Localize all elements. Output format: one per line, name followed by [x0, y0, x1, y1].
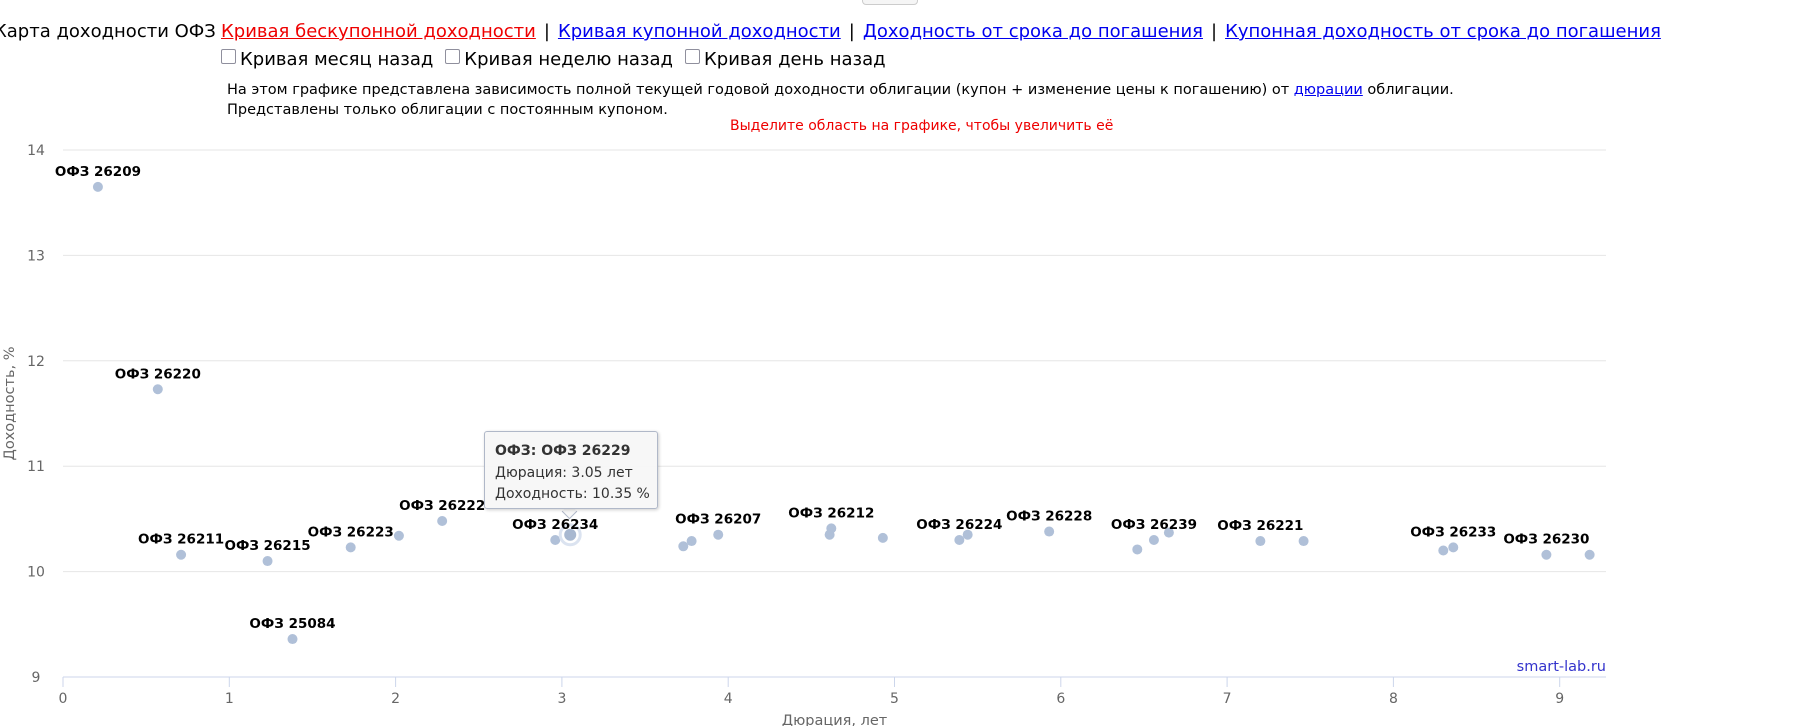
x-tick-label: 5 — [890, 691, 899, 707]
x-axis-title: Дюрация, лет — [782, 713, 888, 726]
data-point[interactable] — [686, 536, 697, 547]
point-tooltip: ОФЗ: ОФЗ 26229 Дюрация: 3.05 лет Доходно… — [484, 431, 658, 509]
data-point[interactable] — [826, 523, 837, 534]
tooltip-title: ОФЗ: ОФЗ 26229 — [495, 443, 631, 459]
x-tick-label: 6 — [1056, 691, 1065, 707]
yield-scatter-chart[interactable]: 0123456789 91011121314 ОФЗ 26209ОФЗ 2622… — [0, 0, 1797, 726]
y-tick-label: 13 — [27, 248, 45, 264]
data-point[interactable] — [877, 532, 888, 543]
y-tick-label: 11 — [27, 459, 45, 475]
data-point[interactable] — [1132, 544, 1143, 555]
data-point[interactable] — [393, 530, 404, 541]
point-label: ОФЗ 26212 — [788, 505, 874, 521]
point-label: ОФЗ 26223 — [308, 524, 394, 540]
x-tick-label: 2 — [391, 691, 400, 707]
point-label: ОФЗ 26220 — [115, 366, 201, 382]
data-point[interactable] — [345, 542, 356, 553]
data-point[interactable] — [1448, 542, 1459, 553]
x-tick-label: 1 — [225, 691, 234, 707]
data-point[interactable] — [954, 534, 965, 545]
x-tick-label: 0 — [59, 691, 68, 707]
point-label: ОФЗ 26228 — [1006, 509, 1092, 525]
point-label: ОФЗ 26234 — [512, 517, 598, 533]
data-point[interactable] — [1438, 545, 1449, 556]
y-tick-label: 9 — [32, 670, 41, 686]
data-point[interactable] — [1255, 536, 1266, 547]
point-label: ОФЗ 26239 — [1111, 517, 1197, 533]
grid-lines — [63, 149, 1606, 678]
point-label: ОФЗ 26224 — [916, 517, 1002, 533]
data-point[interactable] — [550, 534, 561, 545]
y-tick-label: 12 — [27, 354, 45, 370]
tooltip-yield: Доходность: 10.35 % — [495, 486, 650, 502]
x-tick-label: 8 — [1389, 691, 1398, 707]
x-tick-label: 3 — [557, 691, 566, 707]
data-point[interactable] — [713, 529, 724, 540]
point-label: ОФЗ 26211 — [138, 532, 224, 548]
data-point[interactable] — [1148, 534, 1159, 545]
x-tick-label: 7 — [1223, 691, 1232, 707]
data-point[interactable] — [678, 541, 689, 552]
point-label: ОФЗ 26207 — [675, 512, 761, 528]
point-labels: ОФЗ 26209ОФЗ 26220ОФЗ 26211 ОФЗ 26215ОФЗ … — [55, 164, 1590, 632]
y-axis-title: Доходность, % — [2, 347, 18, 461]
x-axis-ticks: 0 1 2 3 4 5 6 7 8 9 — [59, 677, 1564, 707]
data-point[interactable] — [152, 384, 163, 395]
source-credit[interactable]: smart-lab.ru — [1517, 659, 1606, 675]
data-point[interactable] — [1541, 549, 1552, 560]
x-tick-label: 9 — [1555, 691, 1564, 707]
x-tick-label: 4 — [724, 691, 733, 707]
point-label: ОФЗ 26233 — [1410, 524, 1496, 540]
data-point[interactable] — [1584, 549, 1595, 560]
tooltip-duration: Дюрация: 3.05 лет — [495, 465, 633, 481]
data-point[interactable] — [176, 549, 187, 560]
point-label: ОФЗ 26221 — [1217, 518, 1303, 534]
data-point[interactable] — [1044, 526, 1055, 537]
point-label: ОФЗ 26222 — [399, 498, 485, 514]
y-tick-label: 10 — [27, 565, 45, 581]
y-axis-ticks: 9 10 11 12 13 14 — [27, 143, 45, 686]
data-point[interactable] — [92, 181, 103, 192]
data-point[interactable] — [287, 634, 298, 645]
point-label: ОФЗ 26209 — [55, 164, 141, 180]
y-tick-label: 14 — [27, 143, 45, 159]
data-point[interactable] — [1298, 536, 1309, 547]
data-points — [92, 181, 1595, 645]
data-point[interactable] — [437, 516, 448, 527]
data-point[interactable] — [262, 556, 273, 567]
point-label: ОФЗ 26215 — [224, 538, 310, 554]
point-label: ОФЗ 26230 — [1503, 532, 1589, 548]
point-label: ОФЗ 25084 — [249, 616, 335, 632]
